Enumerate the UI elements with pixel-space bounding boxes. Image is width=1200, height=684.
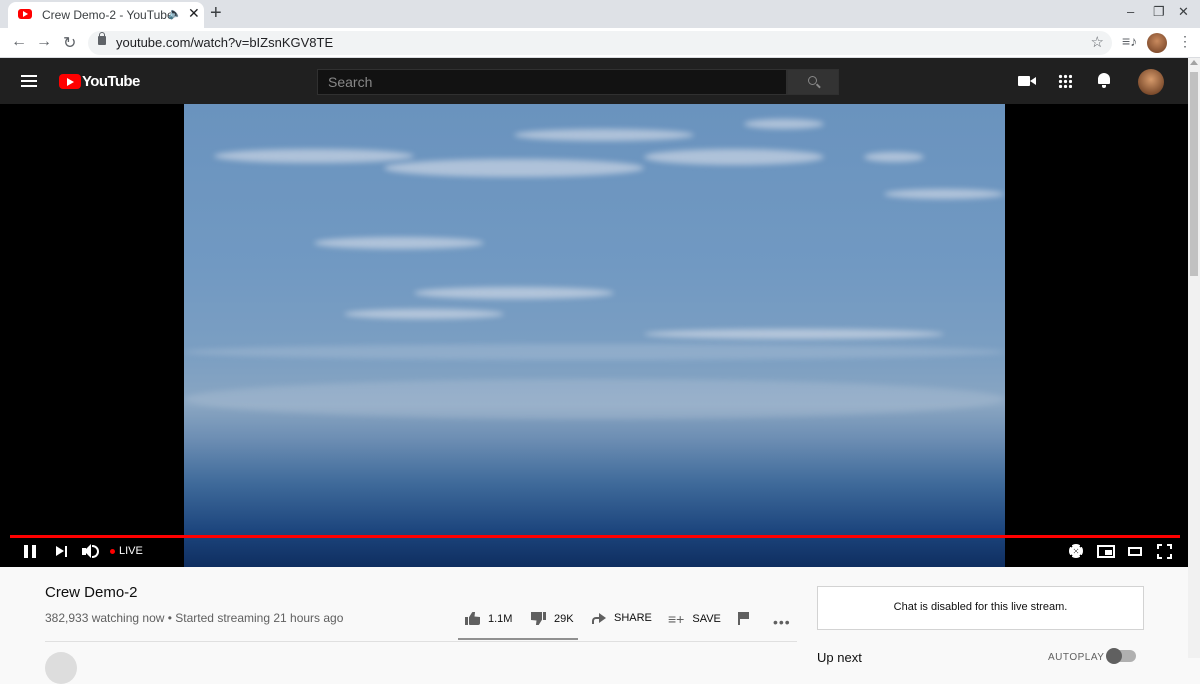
- progress-bar-fill: [10, 535, 1180, 538]
- dislike-count: 29K: [554, 612, 574, 625]
- cloud-shape: [864, 152, 924, 162]
- more-actions-icon[interactable]: •••: [773, 614, 791, 630]
- fullscreen-icon[interactable]: [1157, 544, 1172, 559]
- back-arrow-icon[interactable]: ←: [11, 33, 27, 51]
- report-button[interactable]: [738, 612, 749, 625]
- thumbs-down-icon: [531, 612, 546, 625]
- playlist-add-icon: ≡+: [668, 611, 685, 627]
- channel-avatar[interactable]: [45, 652, 77, 684]
- search-icon: [808, 76, 817, 85]
- browser-toolbar: ← → ↻ youtube.com/watch?v=bIZsnKGV8TE ☆: [0, 28, 1200, 58]
- save-label: SAVE: [692, 613, 721, 625]
- chat-disabled-box: Chat is disabled for this live stream.: [817, 586, 1144, 630]
- page-scrollbar[interactable]: [1188, 58, 1200, 658]
- search-field[interactable]: [317, 69, 787, 95]
- video-player[interactable]: LIVE: [0, 104, 1188, 567]
- bookmark-star-icon[interactable]: ☆: [1091, 33, 1104, 51]
- browser-profile-avatar[interactable]: [1147, 33, 1167, 53]
- share-arrow-icon: [592, 613, 606, 624]
- scrollbar-thumb[interactable]: [1190, 72, 1198, 276]
- minimize-button[interactable]: –: [1127, 4, 1134, 19]
- cloud-shape: [344, 309, 504, 319]
- youtube-play-logo-icon: [59, 74, 81, 89]
- address-bar[interactable]: youtube.com/watch?v=bIZsnKGV8TE ☆: [88, 31, 1112, 55]
- cloud-shape: [414, 287, 614, 299]
- url-text[interactable]: youtube.com/watch?v=bIZsnKGV8TE: [116, 35, 333, 50]
- like-count: 1.1M: [488, 612, 513, 625]
- live-label[interactable]: LIVE: [119, 545, 143, 557]
- forward-arrow-icon[interactable]: →: [36, 33, 52, 51]
- flag-icon: [738, 612, 749, 625]
- hamburger-menu-icon[interactable]: [21, 75, 37, 87]
- apps-grid-icon[interactable]: [1058, 74, 1072, 88]
- media-controls-icon[interactable]: ≡♪: [1122, 33, 1137, 49]
- reload-icon[interactable]: ↻: [63, 33, 76, 53]
- browser-tab-bar: Crew Demo-2 - YouTube 🔈 ✕ + – ❐ ✕: [0, 0, 1200, 28]
- cloud-shape: [644, 329, 944, 339]
- new-tab-button[interactable]: +: [210, 2, 222, 25]
- like-ratio-bar: [458, 638, 578, 640]
- share-button[interactable]: SHARE: [592, 612, 652, 624]
- restore-button[interactable]: ❐: [1153, 4, 1165, 20]
- autoplay-toggle[interactable]: [1106, 648, 1136, 664]
- share-label: SHARE: [614, 612, 652, 624]
- lock-icon[interactable]: [98, 32, 106, 45]
- progress-bar[interactable]: [10, 535, 1180, 538]
- cloud-shape: [514, 129, 694, 141]
- pause-icon[interactable]: [24, 545, 36, 558]
- tab-close-icon[interactable]: ✕: [188, 5, 200, 22]
- haze-band: [184, 379, 1005, 419]
- search-input[interactable]: [318, 70, 786, 94]
- video-frame[interactable]: [184, 104, 1005, 567]
- miniplayer-icon[interactable]: [1097, 545, 1115, 558]
- live-indicator-dot: [110, 549, 115, 554]
- cloud-shape: [884, 189, 1004, 199]
- browser-tab[interactable]: Crew Demo-2 - YouTube 🔈 ✕: [8, 2, 204, 28]
- section-divider: [45, 641, 797, 642]
- view-count-info: 382,933 watching now • Started streaming…: [45, 611, 344, 625]
- chat-disabled-message: Chat is disabled for this live stream.: [893, 601, 1068, 613]
- cloud-shape: [214, 149, 414, 163]
- dislike-button[interactable]: 29K: [531, 612, 574, 625]
- account-avatar[interactable]: [1138, 69, 1164, 95]
- cloud-shape: [384, 159, 644, 177]
- tab-title: Crew Demo-2 - YouTube: [42, 8, 174, 22]
- cloud-shape: [644, 149, 824, 165]
- youtube-favicon-icon: [18, 9, 32, 19]
- window-close-button[interactable]: ✕: [1178, 4, 1189, 20]
- settings-gear-icon[interactable]: [1069, 544, 1083, 558]
- youtube-header: YouTube: [0, 58, 1188, 104]
- video-title: Crew Demo-2: [45, 584, 138, 601]
- cloud-shape: [314, 237, 484, 249]
- notifications-bell-icon[interactable]: [1097, 73, 1111, 88]
- thumbs-up-icon: [465, 612, 480, 625]
- haze-band: [184, 344, 1005, 360]
- save-button[interactable]: ≡+ SAVE: [668, 612, 721, 626]
- search-button[interactable]: [787, 69, 839, 95]
- youtube-logo-text: YouTube: [82, 73, 140, 90]
- cloud-shape: [744, 119, 824, 129]
- speaker-icon[interactable]: 🔈: [168, 7, 182, 20]
- browser-menu-icon[interactable]: ⋮: [1178, 33, 1192, 50]
- create-video-icon[interactable]: [1018, 76, 1036, 86]
- like-button[interactable]: 1.1M: [465, 612, 512, 625]
- theater-mode-icon[interactable]: [1128, 547, 1142, 556]
- scroll-up-arrow-icon[interactable]: [1190, 60, 1198, 65]
- next-icon[interactable]: [56, 546, 68, 557]
